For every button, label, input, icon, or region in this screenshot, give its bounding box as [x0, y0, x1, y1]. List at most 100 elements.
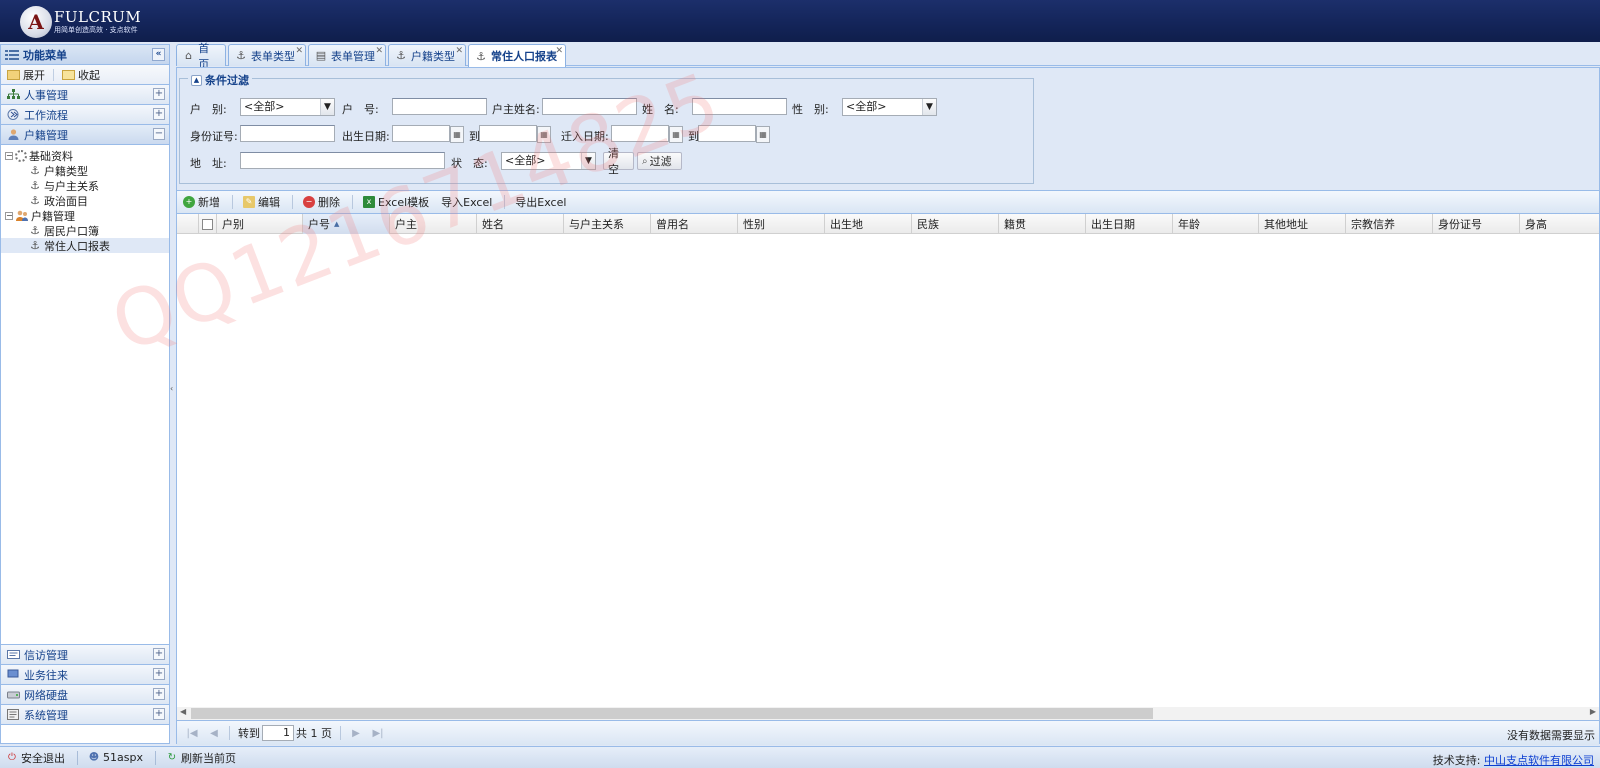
expand-all-button[interactable]: 展开 — [7, 67, 45, 83]
expand-icon[interactable]: + — [153, 88, 165, 100]
filter-legend[interactable]: ▲ 条件过滤 — [188, 72, 252, 88]
scroll-left-icon[interactable]: ◀ — [180, 707, 186, 716]
logout-button[interactable]: ⏻ 安全退出 — [6, 750, 65, 766]
export-excel-button[interactable]: 导出Excel — [515, 194, 566, 210]
select-all-checkbox[interactable] — [202, 218, 213, 230]
column-header[interactable]: 与户主关系 — [564, 214, 651, 234]
import-excel-button[interactable]: 导入Excel — [441, 194, 492, 210]
support-link[interactable]: 中山支点软件有限公司 — [1484, 754, 1594, 767]
calendar-icon[interactable]: ▦ — [669, 126, 683, 143]
column-header-sorted[interactable]: 户号 ▲ — [303, 214, 390, 234]
column-header[interactable]: 其他地址 — [1259, 214, 1346, 234]
status-value: <全部> — [505, 154, 546, 167]
page-number-input[interactable]: 1 — [262, 725, 294, 741]
column-header[interactable]: 姓名 — [477, 214, 564, 234]
calendar-icon[interactable]: ▦ — [756, 126, 770, 143]
add-button[interactable]: + 新增 — [183, 194, 220, 210]
column-header[interactable]: 身份证号 — [1433, 214, 1520, 234]
tree-item-political[interactable]: ⚓ 政治面目 — [1, 193, 169, 208]
birth-date-to[interactable]: ▦ — [479, 125, 551, 143]
column-header[interactable]: 户主 — [390, 214, 477, 234]
sidebar-section-petition[interactable]: 信访管理 + — [1, 645, 169, 665]
edit-button[interactable]: ✎ 编辑 — [243, 194, 280, 210]
column-header[interactable]: 宗教信养 — [1346, 214, 1433, 234]
tab-population-report[interactable]: ⚓ 常住人口报表 ✕ — [468, 44, 566, 67]
hard-disk-icon — [7, 691, 20, 699]
sidebar-collapse-button[interactable]: « — [152, 48, 165, 61]
delete-button[interactable]: − 删除 — [303, 194, 340, 210]
last-page-icon[interactable]: ▶| — [371, 728, 385, 739]
scroll-right-icon[interactable]: ▶ — [1590, 707, 1596, 716]
sidebar-section-business[interactable]: 业务往来 + — [1, 665, 169, 685]
id-number-label: 身份证号: — [190, 130, 238, 143]
prev-page-icon[interactable]: ◀ — [207, 728, 221, 739]
column-header[interactable]: 曾用名 — [651, 214, 738, 234]
refresh-button[interactable]: ↻ 刷新当前页 — [166, 750, 236, 766]
expand-icon[interactable]: + — [153, 648, 165, 660]
close-icon[interactable]: ✕ — [375, 46, 383, 56]
sidebar-splitter[interactable]: ‹ — [170, 44, 174, 744]
calendar-icon[interactable]: ▦ — [450, 126, 464, 143]
select-all-header[interactable] — [199, 214, 217, 234]
column-header[interactable]: 出生地 — [825, 214, 912, 234]
column-header[interactable]: 户别 — [217, 214, 303, 234]
column-header[interactable]: 年龄 — [1173, 214, 1259, 234]
expand-icon[interactable]: + — [153, 708, 165, 720]
close-icon[interactable]: ✕ — [455, 46, 463, 56]
column-header[interactable]: 民族 — [912, 214, 999, 234]
clear-button[interactable]: 清空 — [603, 147, 634, 176]
scroll-thumb[interactable] — [191, 708, 1153, 719]
tree-item-household-type[interactable]: ⚓ 户籍类型 — [1, 163, 169, 178]
move-in-date-to[interactable]: ▦ — [698, 125, 770, 143]
tree-item-relation[interactable]: ⚓ 与户主关系 — [1, 178, 169, 193]
close-icon[interactable]: ✕ — [555, 46, 563, 56]
chevron-down-icon[interactable]: ▼ — [320, 99, 334, 115]
tab-household-types[interactable]: ⚓ 户籍类型 ✕ — [388, 44, 466, 66]
id-number-input[interactable] — [240, 125, 335, 142]
tree-item-resident-book[interactable]: ⚓ 居民户口簿 — [1, 223, 169, 238]
head-name-input[interactable] — [542, 98, 637, 115]
birth-date-from[interactable]: ▦ — [392, 125, 464, 143]
sidebar-section-hr[interactable]: 人事管理 + — [1, 85, 169, 105]
name-input[interactable] — [692, 98, 787, 115]
expand-icon[interactable]: + — [153, 108, 165, 120]
tab-form-types[interactable]: ⚓ 表单类型 ✕ — [228, 44, 306, 66]
close-icon[interactable]: ✕ — [295, 46, 303, 56]
chevron-down-icon[interactable]: ▼ — [581, 153, 595, 169]
household-no-input[interactable] — [392, 98, 487, 115]
collapse-up-icon[interactable]: ▲ — [191, 74, 202, 86]
tree-group-basic[interactable]: − 基础资料 — [1, 148, 169, 163]
tree-toggle-icon[interactable]: − — [5, 211, 13, 220]
first-page-icon[interactable]: |◀ — [185, 728, 199, 739]
tree-item-population-report[interactable]: ⚓ 常住人口报表 — [1, 238, 169, 253]
tab-home[interactable]: ⌂ 首页 — [176, 42, 226, 71]
sidebar-section-netdisk[interactable]: 网络硬盘 + — [1, 685, 169, 705]
sidebar-section-workflow[interactable]: 工作流程 + — [1, 105, 169, 125]
user-icon: ☻ — [88, 751, 100, 763]
sidebar-section-household[interactable]: 户籍管理 − — [1, 125, 169, 145]
excel-template-button[interactable]: x Excel模板 — [363, 194, 429, 210]
column-header[interactable]: 性别 — [738, 214, 825, 234]
status-select[interactable]: <全部> ▼ — [501, 152, 596, 170]
tree-toggle-icon[interactable]: − — [5, 151, 13, 160]
expand-icon[interactable]: + — [153, 688, 165, 700]
next-page-icon[interactable]: ▶ — [349, 728, 363, 739]
horizontal-scrollbar[interactable]: ◀ ▶ — [177, 707, 1599, 720]
tab-form-management[interactable]: ▤ 表单管理 ✕ — [308, 44, 386, 66]
tree-group-household[interactable]: − 户籍管理 — [1, 208, 169, 223]
collapse-all-button[interactable]: 收起 — [62, 67, 100, 83]
column-header[interactable]: 籍贯 — [999, 214, 1086, 234]
household-type-select[interactable]: <全部> ▼ — [240, 98, 335, 116]
chevron-down-icon[interactable]: ▼ — [922, 99, 936, 115]
filter-button[interactable]: ⌕ 过滤 — [637, 152, 682, 170]
calendar-icon[interactable]: ▦ — [537, 126, 551, 143]
address-input[interactable] — [240, 152, 445, 169]
expand-icon[interactable]: + — [153, 668, 165, 680]
collapse-icon[interactable]: − — [153, 128, 165, 140]
gender-select[interactable]: <全部> ▼ — [842, 98, 937, 116]
splitter-arrow-icon[interactable]: ‹ — [170, 384, 173, 393]
column-header[interactable]: 身高 — [1520, 214, 1582, 234]
move-in-date-from[interactable]: ▦ — [611, 125, 683, 143]
sidebar-section-system[interactable]: 系统管理 + — [1, 705, 169, 725]
column-header[interactable]: 出生日期 — [1086, 214, 1173, 234]
